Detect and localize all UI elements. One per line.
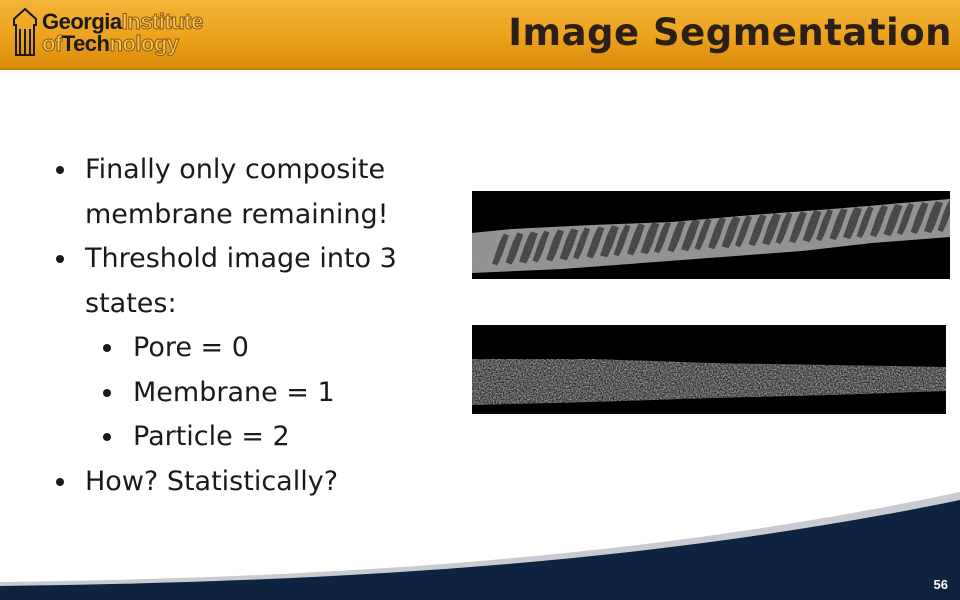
logo-of: of <box>42 31 63 56</box>
logo-nology: nology <box>109 31 180 56</box>
sub-bullet-item: Particle = 2 <box>55 415 465 460</box>
bullet-item: Threshold image into 3 <box>55 237 465 282</box>
bullet-dot-icon <box>103 433 111 441</box>
bullet-dot-icon <box>103 388 111 397</box>
membrane-texture-image <box>472 325 946 414</box>
bullet-continuation: membrane remaining! <box>85 198 389 230</box>
slide-title: Image Segmentation <box>508 11 952 54</box>
bullet-item: Finally only composite <box>55 148 465 193</box>
bullet-dot-icon <box>103 344 111 352</box>
membrane-pores-image <box>472 191 950 279</box>
logo-tech: Tech <box>61 31 110 56</box>
sub-bullet-item: Pore = 0 <box>55 326 465 371</box>
logo-line-2: ofTechnology <box>42 31 180 56</box>
logo-line-1: GeorgiaInstitute <box>42 10 204 33</box>
bullet-list: Finally only composite membrane remainin… <box>55 148 465 504</box>
bullet-continuation: states: <box>85 287 177 319</box>
sub-bullet-item: Membrane = 1 <box>55 371 465 416</box>
bullet-dot-icon <box>56 166 64 174</box>
bullet-dot-icon <box>56 477 64 486</box>
bullet-item: How? Statistically? <box>55 460 465 505</box>
header-bar: GeorgiaInstitute ofTechnology Image Segm… <box>0 0 960 70</box>
page-number: 56 <box>933 577 948 592</box>
georgia-tech-logo: GeorgiaInstitute ofTechnology <box>12 7 262 59</box>
bullet-dot-icon <box>56 255 64 263</box>
tech-tower-icon <box>13 7 37 56</box>
